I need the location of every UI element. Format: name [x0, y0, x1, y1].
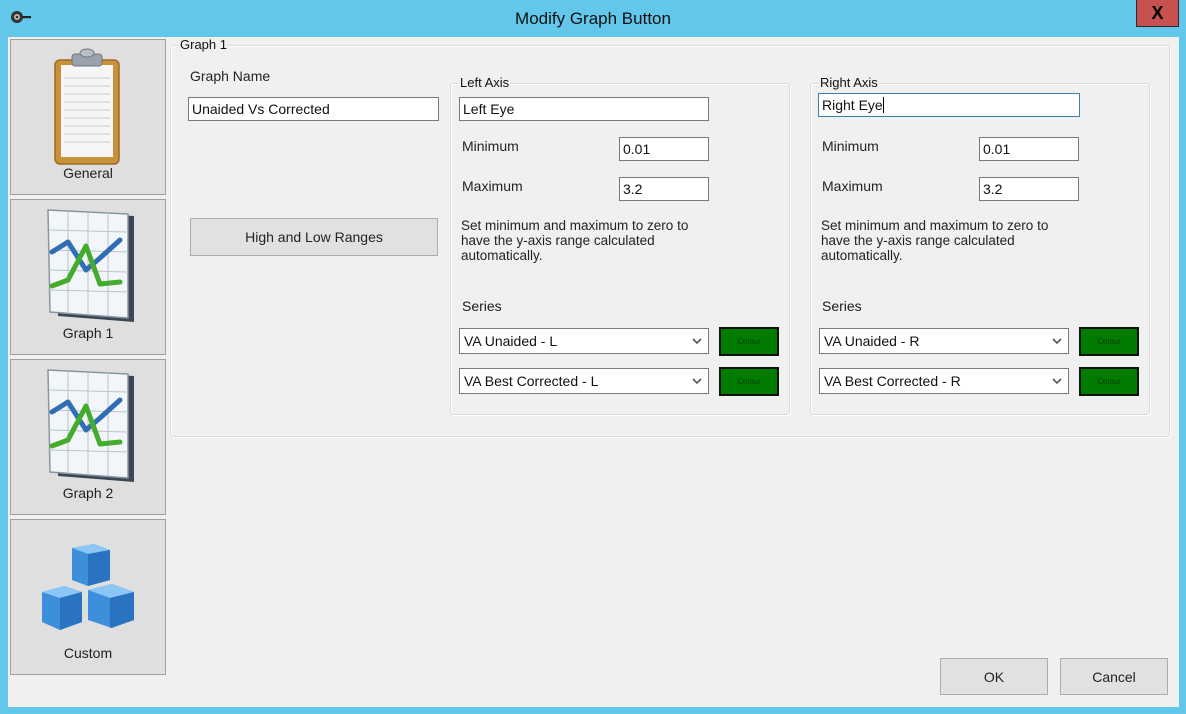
cancel-button[interactable]: Cancel	[1060, 658, 1168, 695]
left-axis-title: Left Axis	[459, 75, 511, 90]
graph-name-label: Graph Name	[190, 68, 271, 84]
left-minimum-label: Minimum	[462, 138, 519, 154]
left-series-1-colour-button[interactable]: Colour	[719, 327, 779, 356]
sidebar-item-graph-2[interactable]: Graph 2	[10, 359, 166, 515]
left-maximum-label: Maximum	[462, 178, 523, 194]
left-series-2-select[interactable]: VA Best Corrected - L	[459, 368, 709, 394]
chevron-down-icon	[692, 378, 702, 385]
right-series-2-value: VA Best Corrected - R	[824, 373, 961, 389]
sidebar-item-custom[interactable]: Custom	[10, 519, 166, 675]
left-axis-help-text: Set minimum and maximum to zero to have …	[461, 218, 689, 263]
right-series-1-select[interactable]: VA Unaided - R	[819, 328, 1069, 354]
window-title: Modify Graph Button	[515, 9, 671, 28]
title-bar[interactable]: Modify Graph Button X	[0, 0, 1186, 38]
line-chart-icon	[47, 369, 134, 482]
right-axis-name-input[interactable]: Right Eye	[818, 93, 1080, 117]
ok-button[interactable]: OK	[940, 658, 1048, 695]
sidebar-item-general[interactable]: General	[10, 39, 166, 195]
sidebar-item-label: Graph 2	[62, 485, 114, 501]
left-series-2-colour-button[interactable]: Colour	[719, 367, 779, 396]
sidebar-item-label: Graph 1	[62, 325, 114, 341]
graph-group-title: Graph 1	[179, 37, 228, 52]
high-low-ranges-button[interactable]: High and Low Ranges	[190, 218, 438, 256]
dialog-body: General Graph 1 Graph 2 Custom Graph 1 G…	[8, 37, 1179, 707]
right-minimum-input[interactable]: 0.01	[979, 137, 1079, 161]
left-series-1-value: VA Unaided - L	[464, 333, 558, 349]
left-axis-name-input[interactable]: Left Eye	[459, 97, 709, 121]
clipboard-icon	[54, 48, 120, 165]
left-series-2-value: VA Best Corrected - L	[464, 373, 599, 389]
line-chart-icon	[47, 209, 134, 322]
right-axis-name-value: Right Eye	[822, 97, 883, 113]
sidebar-item-label: General	[63, 165, 113, 181]
right-series-1-value: VA Unaided - R	[824, 333, 920, 349]
right-minimum-label: Minimum	[822, 138, 879, 154]
chevron-down-icon	[1052, 338, 1062, 345]
left-series-label: Series	[462, 298, 502, 314]
right-axis-help-text: Set minimum and maximum to zero to have …	[821, 218, 1049, 263]
chevron-down-icon	[1052, 378, 1062, 385]
sidebar-item-label: Custom	[63, 645, 113, 661]
left-minimum-input[interactable]: 0.01	[619, 137, 709, 161]
right-series-2-select[interactable]: VA Best Corrected - R	[819, 368, 1069, 394]
sidebar-item-graph-1[interactable]: Graph 1	[10, 199, 166, 355]
right-series-2-colour-button[interactable]: Colour	[1079, 367, 1139, 396]
right-series-label: Series	[822, 298, 862, 314]
cubes-icon	[42, 544, 134, 630]
right-maximum-input[interactable]: 3.2	[979, 177, 1079, 201]
chevron-down-icon	[692, 338, 702, 345]
right-maximum-label: Maximum	[822, 178, 883, 194]
close-button[interactable]: X	[1136, 0, 1179, 27]
left-series-1-select[interactable]: VA Unaided - L	[459, 328, 709, 354]
right-axis-title: Right Axis	[819, 75, 879, 90]
text-caret	[882, 97, 884, 113]
graph-name-input[interactable]: Unaided Vs Corrected	[188, 97, 439, 121]
left-maximum-input[interactable]: 3.2	[619, 177, 709, 201]
right-series-1-colour-button[interactable]: Colour	[1079, 327, 1139, 356]
